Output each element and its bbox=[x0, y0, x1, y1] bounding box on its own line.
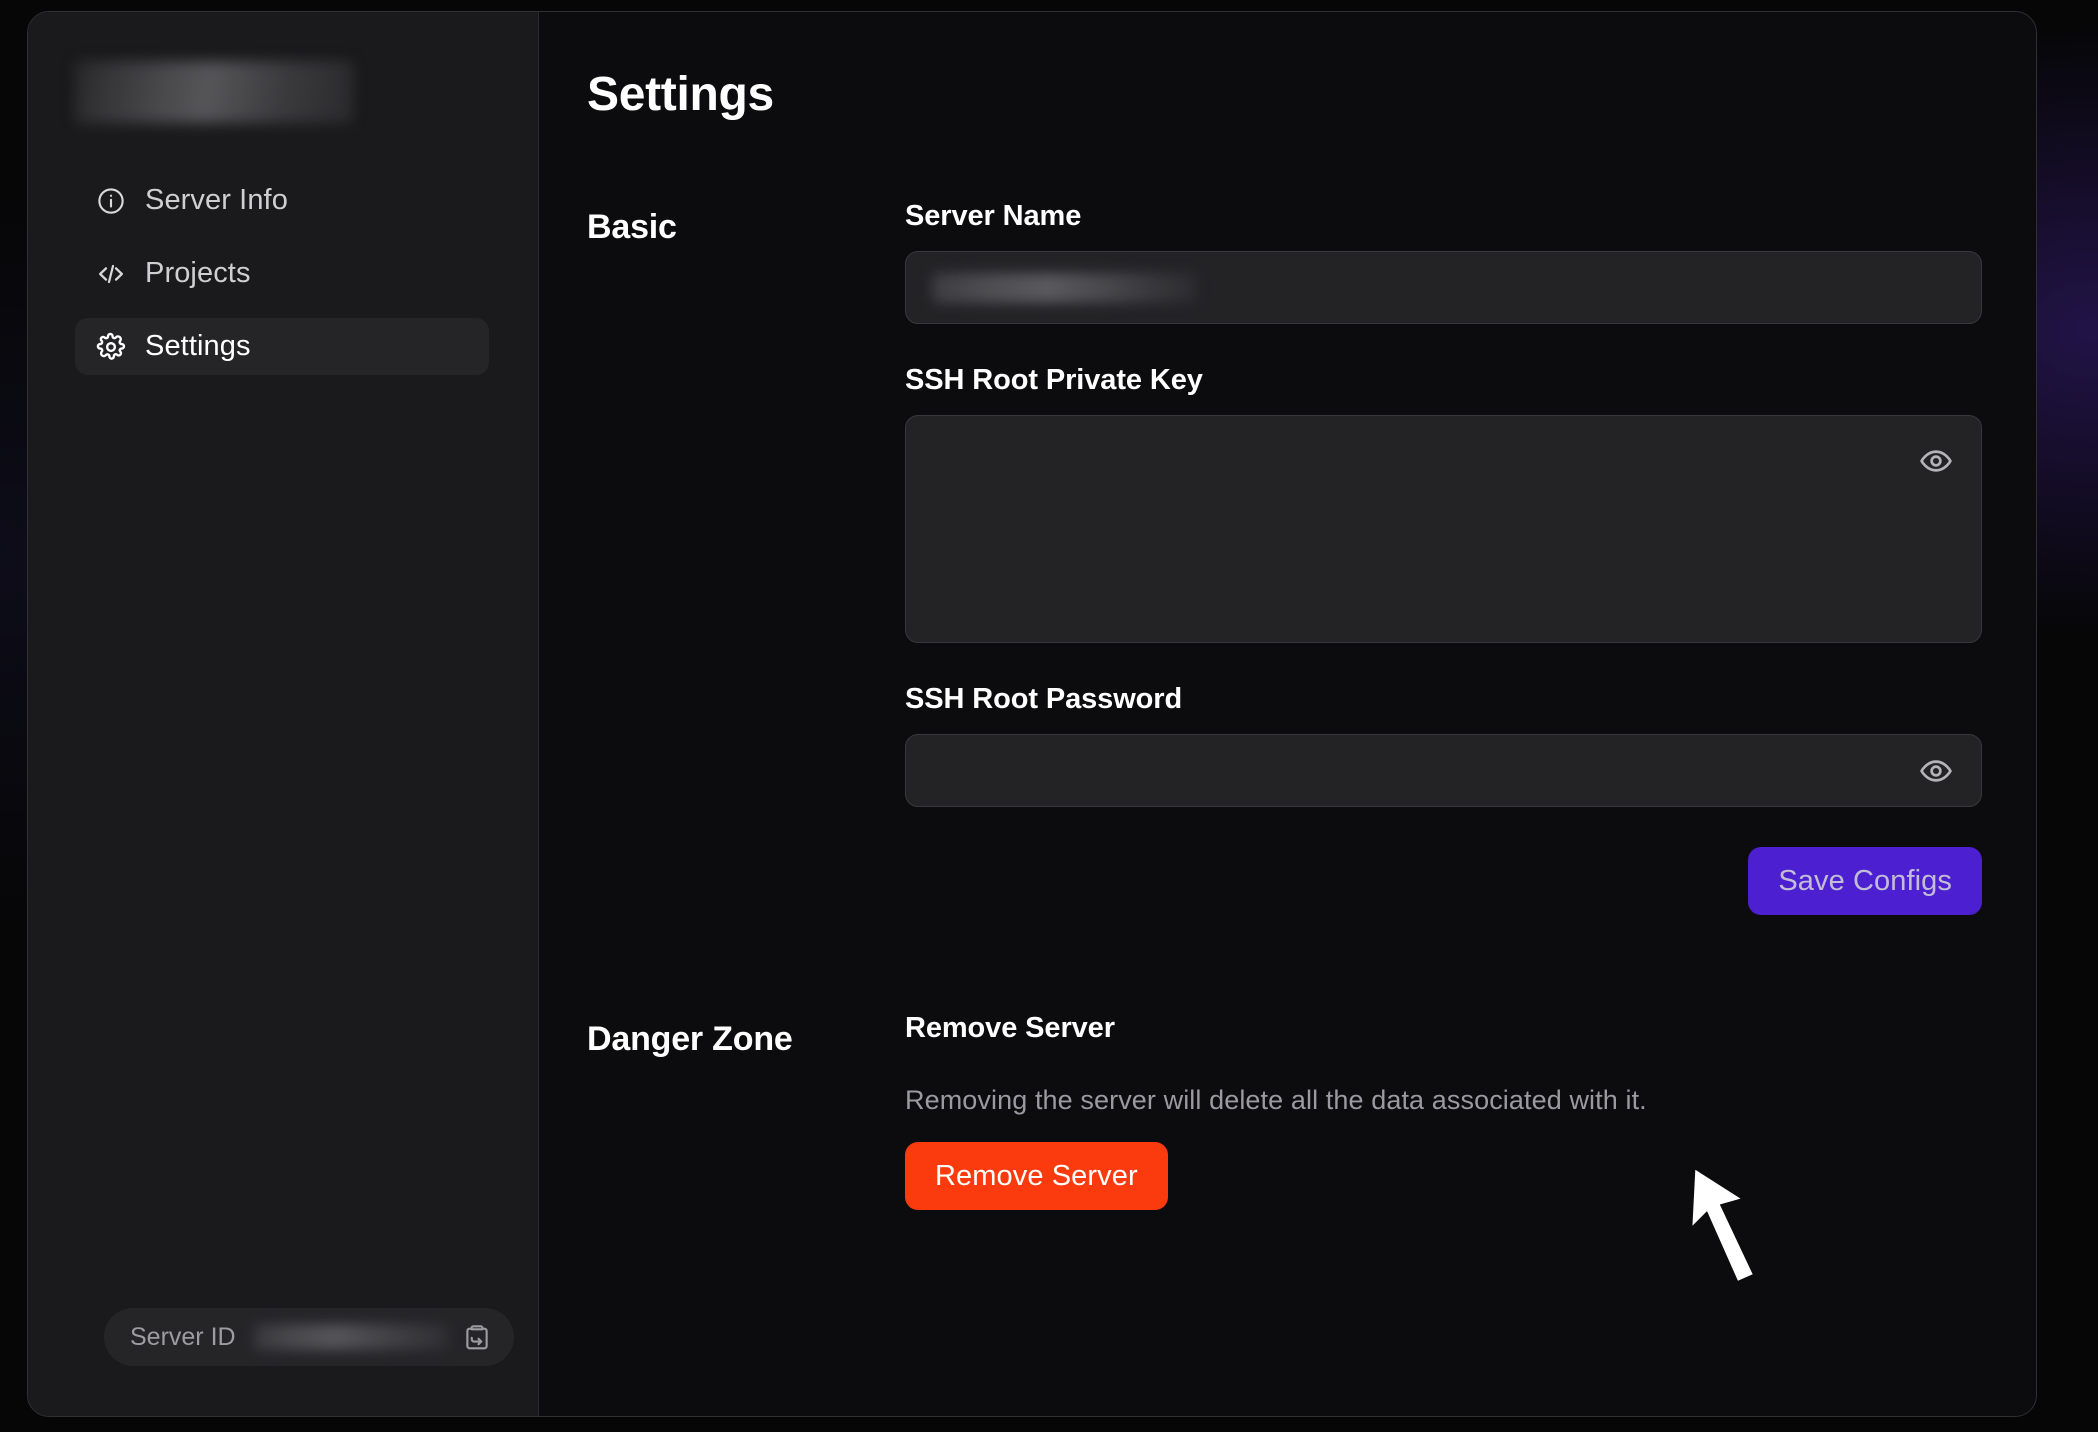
app-logo bbox=[75, 61, 353, 123]
sidebar-item-projects[interactable]: Projects bbox=[75, 245, 489, 302]
server-id-pill[interactable]: Server ID bbox=[104, 1308, 514, 1366]
save-configs-button[interactable]: Save Configs bbox=[1748, 847, 1982, 915]
sidebar-item-label: Server Info bbox=[145, 184, 288, 217]
desktop-backdrop: Server Info Projects bbox=[0, 0, 2098, 1432]
app-window: Server Info Projects bbox=[27, 11, 2037, 1417]
eye-icon[interactable] bbox=[1919, 754, 1953, 788]
ssh-private-key-textarea[interactable] bbox=[905, 415, 1982, 643]
section-title-basic: Basic bbox=[587, 200, 905, 915]
ssh-private-key-label: SSH Root Private Key bbox=[905, 364, 1982, 397]
code-brackets-icon bbox=[96, 259, 126, 289]
section-body-basic: Server Name SSH Root Private Key bbox=[905, 200, 1982, 915]
ssh-password-label: SSH Root Password bbox=[905, 683, 1982, 716]
server-name-input[interactable] bbox=[905, 251, 1982, 324]
section-body-danger-zone: Remove Server Removing the server will d… bbox=[905, 1012, 1982, 1210]
server-id-value-redacted bbox=[254, 1324, 448, 1350]
remove-server-description: Removing the server will delete all the … bbox=[905, 1085, 1982, 1116]
sidebar-item-settings[interactable]: Settings bbox=[75, 318, 489, 375]
info-circle-icon bbox=[96, 186, 126, 216]
gear-icon bbox=[96, 332, 126, 362]
save-row: Save Configs bbox=[905, 847, 1982, 915]
section-title-danger-zone: Danger Zone bbox=[587, 1012, 905, 1210]
server-name-value-redacted bbox=[932, 273, 1197, 303]
sidebar-item-label: Settings bbox=[145, 330, 251, 363]
sidebar: Server Info Projects bbox=[28, 12, 539, 1416]
ssh-password-input[interactable] bbox=[905, 734, 1982, 807]
server-name-label: Server Name bbox=[905, 200, 1982, 233]
settings-section-basic: Basic Server Name SSH Root Private Key bbox=[587, 200, 1982, 915]
page-title: Settings bbox=[587, 67, 774, 122]
remove-server-heading: Remove Server bbox=[905, 1012, 1982, 1045]
server-id-label: Server ID bbox=[130, 1323, 236, 1352]
sidebar-item-server-info[interactable]: Server Info bbox=[75, 172, 489, 229]
remove-server-button[interactable]: Remove Server bbox=[905, 1142, 1168, 1210]
sidebar-item-label: Projects bbox=[145, 257, 251, 290]
settings-section-danger-zone: Danger Zone Remove Server Removing the s… bbox=[587, 1012, 1982, 1210]
main-content: Settings Basic Server Name SSH Root Priv… bbox=[539, 12, 2036, 1416]
sidebar-nav: Server Info Projects bbox=[75, 172, 489, 391]
eye-icon[interactable] bbox=[1919, 444, 1953, 478]
clipboard-copy-icon[interactable] bbox=[462, 1322, 492, 1352]
